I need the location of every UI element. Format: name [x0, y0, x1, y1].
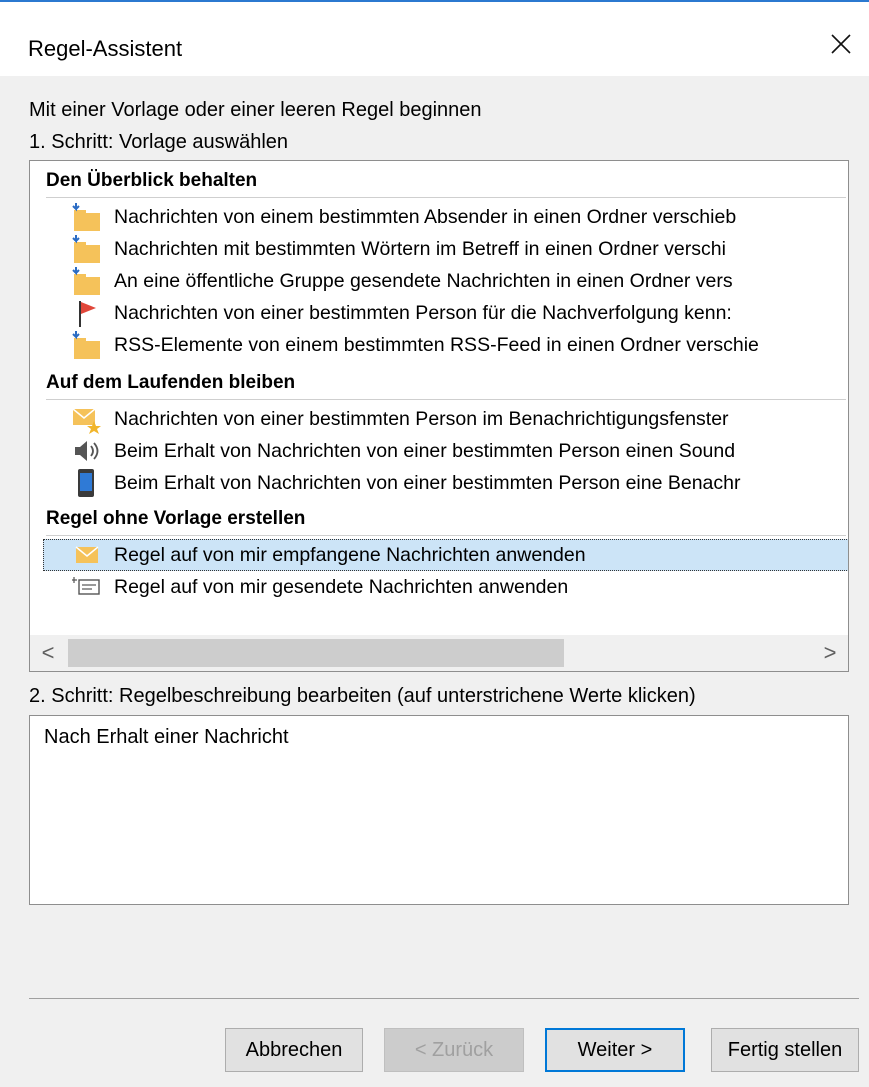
back-button[interactable]: < Zurück — [384, 1028, 524, 1072]
flag-icon — [70, 297, 104, 329]
template-label: Beim Erhalt von Nachrichten von einer be… — [114, 471, 741, 494]
next-button[interactable]: Weiter > — [545, 1028, 685, 1072]
template-item[interactable]: Nachrichten von einer bestimmten Person … — [70, 297, 848, 329]
close-icon — [831, 34, 851, 54]
template-item[interactable]: Nachrichten mit bestimmten Wörtern im Be… — [70, 233, 848, 265]
template-label: RSS-Elemente von einem bestimmten RSS-Fe… — [114, 333, 759, 356]
close-button[interactable] — [823, 26, 859, 62]
scroll-right-button[interactable]: > — [812, 635, 848, 671]
step1-label: 1. Schritt: Vorlage auswählen — [29, 131, 289, 153]
template-label: Nachrichten mit bestimmten Wörtern im Be… — [114, 237, 726, 260]
folder-move-icon — [70, 233, 104, 265]
title-bar: Regel-Assistent — [0, 2, 869, 76]
mobile-device-icon — [70, 467, 104, 499]
rule-description-box[interactable]: Nach Erhalt einer Nachricht — [29, 715, 849, 905]
cancel-button[interactable]: Abbrechen — [225, 1028, 363, 1072]
template-item[interactable]: Beim Erhalt von Nachrichten von einer be… — [70, 435, 848, 467]
speaker-icon — [70, 435, 104, 467]
template-item[interactable]: Regel auf von mir gesendete Nachrichten … — [70, 571, 848, 603]
template-label: Nachrichten von einer bestimmten Person … — [114, 301, 732, 324]
finish-button[interactable]: Fertig stellen — [711, 1028, 859, 1072]
mail-alert-icon — [70, 403, 104, 435]
template-item[interactable]: RSS-Elemente von einem bestimmten RSS-Fe… — [70, 329, 848, 361]
template-list[interactable]: Den Überblick behalten Nachrichten von e… — [29, 160, 849, 672]
scroll-left-button[interactable]: < — [30, 635, 66, 671]
template-item[interactable]: An eine öffentliche Gruppe gesendete Nac… — [70, 265, 848, 297]
folder-move-icon — [70, 265, 104, 297]
template-item-selected[interactable]: Regel auf von mir empfangene Nachrichten… — [43, 539, 848, 571]
separator — [29, 998, 859, 999]
folder-move-icon — [70, 201, 104, 233]
step2-label: 2. Schritt: Regelbeschreibung bearbeiten… — [29, 685, 696, 707]
dialog-title: Regel-Assistent — [28, 36, 183, 61]
envelope-icon — [70, 539, 104, 571]
template-item[interactable]: Beim Erhalt von Nachrichten von einer be… — [70, 467, 848, 499]
template-label: Nachrichten von einem bestimmten Absende… — [114, 205, 737, 228]
template-item[interactable]: Nachrichten von einer bestimmten Person … — [70, 403, 848, 435]
intro-heading: Mit einer Vorlage oder einer leeren Rege… — [29, 99, 482, 121]
sent-mail-icon — [70, 571, 104, 603]
scrollbar-thumb[interactable] — [68, 639, 564, 667]
template-label: Nachrichten von einer bestimmten Person … — [114, 407, 729, 430]
folder-move-icon — [70, 329, 104, 361]
section-header-overview: Den Überblick behalten — [46, 165, 846, 198]
template-label: Regel auf von mir empfangene Nachrichten… — [114, 543, 586, 566]
rules-wizard-dialog: Regel-Assistent Mit einer Vorlage oder e… — [0, 0, 869, 1087]
template-list-viewport: Den Überblick behalten Nachrichten von e… — [30, 161, 848, 635]
rule-description-text: Nach Erhalt einer Nachricht — [44, 726, 289, 748]
template-item[interactable]: Nachrichten von einem bestimmten Absende… — [70, 201, 848, 233]
template-label: Regel auf von mir gesendete Nachrichten … — [114, 575, 569, 598]
horizontal-scrollbar[interactable]: < > — [30, 635, 848, 671]
section-header-stay-current: Auf dem Laufenden bleiben — [46, 367, 846, 400]
template-label: Beim Erhalt von Nachrichten von einer be… — [114, 439, 736, 462]
template-label: An eine öffentliche Gruppe gesendete Nac… — [114, 269, 733, 292]
section-header-blank-rule: Regel ohne Vorlage erstellen — [46, 503, 846, 536]
